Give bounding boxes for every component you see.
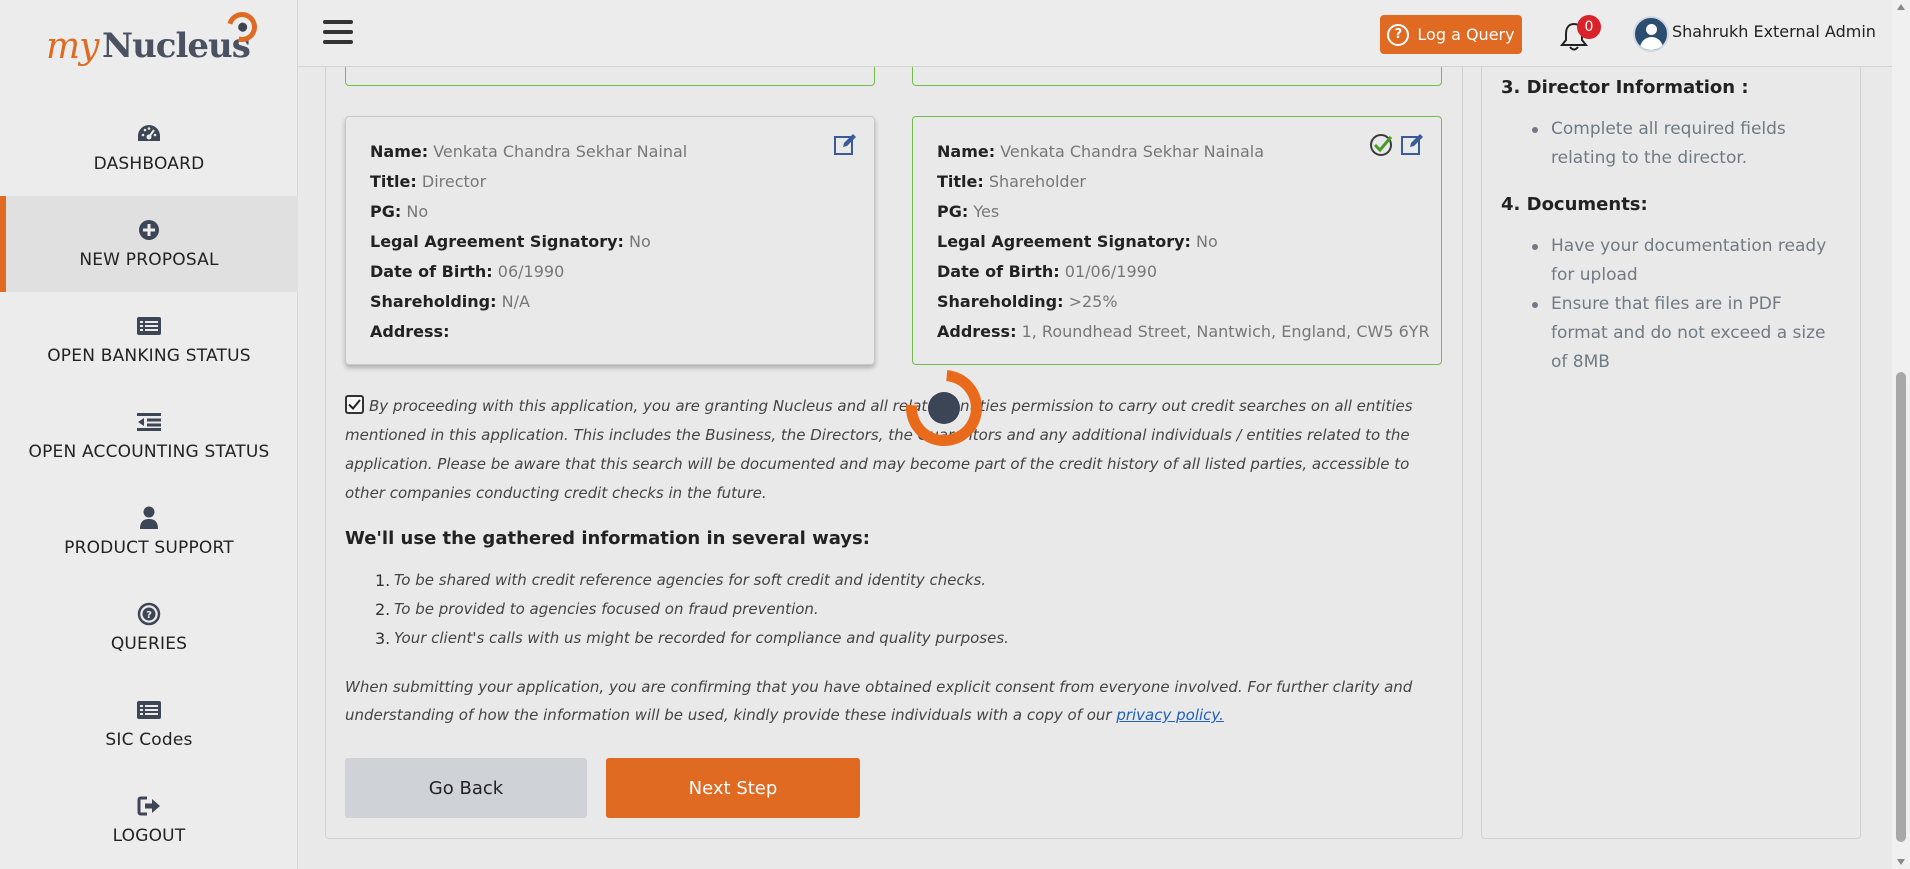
question-circle-icon: ? [1387, 23, 1410, 46]
sidebar-item-queries[interactable]: ? QUERIES [0, 580, 298, 676]
director-dob-row: Date of Birth: 06/1990 [370, 262, 565, 281]
sidebar-item-label: OPEN ACCOUNTING STATUS [28, 442, 270, 462]
dashboard-gauge-icon [136, 122, 162, 146]
director-title: Shareholder [988, 172, 1086, 191]
logo-my-text: my [46, 26, 99, 67]
list-item: 3. Your client's calls with us might be r… [375, 629, 1009, 648]
consent-paragraph: By proceeding with this application, you… [345, 392, 1440, 508]
director-shareholding-row: Shareholding: >25% [937, 292, 1118, 311]
director-signatory-row: Legal Agreement Signatory: No [937, 232, 1218, 251]
user-name-menu[interactable]: Shahrukh External Admin [1672, 22, 1876, 41]
sidebar-item-label: PRODUCT SUPPORT [64, 538, 234, 558]
director-card-partial [912, 67, 1442, 86]
sign-out-icon [136, 794, 162, 818]
list-item: Ensure that files are in PDF format and … [1531, 290, 1841, 377]
list-card-icon [136, 698, 162, 722]
director-address: 1, Roundhead Street, Nantwich, England, … [1021, 322, 1430, 341]
director-pg: Yes [973, 202, 1000, 221]
sidebar-item-open-accounting-status[interactable]: OPEN ACCOUNTING STATUS [0, 388, 298, 484]
director-title: Director [421, 172, 487, 191]
director-name: Venkata Chandra Sekhar Nainala [1000, 142, 1265, 161]
sidebar-item-open-banking-status[interactable]: OPEN BANKING STATUS [0, 292, 298, 388]
sidebar-item-label: SIC Codes [105, 730, 193, 750]
director-signatory-row: Legal Agreement Signatory: No [370, 232, 651, 251]
director-address-row: Address: [370, 322, 450, 341]
sidebar-item-label: OPEN BANKING STATUS [47, 346, 251, 366]
avatar[interactable] [1633, 16, 1669, 52]
list-item: 2. To be provided to agencies focused on … [375, 600, 819, 619]
section-heading: 4. Documents: [1501, 194, 1648, 215]
sidebar-item-product-support[interactable]: PRODUCT SUPPORT [0, 484, 298, 580]
list-card-icon [136, 314, 162, 338]
director-title-row: Title: Director [370, 172, 487, 191]
sidebar-item-label: NEW PROPOSAL [79, 250, 219, 270]
sidebar-item-new-proposal[interactable]: NEW PROPOSAL [0, 196, 298, 292]
sidebar-item-label: DASHBOARD [93, 154, 205, 174]
svg-text:?: ? [146, 610, 152, 621]
director-signatory: No [1196, 232, 1218, 251]
loading-spinner-center [928, 392, 960, 424]
confirm-paragraph: When submitting your application, you ar… [345, 673, 1440, 729]
director-card: Name: Venkata Chandra Sekhar Nainala Tit… [912, 116, 1442, 365]
hamburger-menu-icon[interactable] [323, 20, 353, 46]
log-query-button[interactable]: ? Log a Query [1380, 15, 1522, 54]
director-dob: 06/1990 [497, 262, 565, 281]
sidebar-item-label: QUERIES [110, 634, 188, 654]
sidebar-item-dashboard[interactable]: DASHBOARD [0, 100, 298, 196]
indent-list-icon [136, 410, 162, 434]
plus-circle-icon [136, 218, 162, 242]
edit-icon[interactable] [1401, 133, 1425, 161]
section-heading: 3. Director Information : [1501, 77, 1749, 98]
director-signatory: No [629, 232, 651, 251]
scroll-up-icon[interactable] [1897, 4, 1905, 10]
uses-list: 1. To be shared with credit reference age… [375, 566, 1009, 653]
question-circle-icon: ? [136, 602, 162, 626]
user-icon [136, 506, 162, 530]
director-shareholding: >25% [1068, 292, 1118, 311]
director-shareholding-row: Shareholding: N/A [370, 292, 530, 311]
director-shareholding: N/A [501, 292, 530, 311]
list-item: Have your documentation ready for upload [1531, 232, 1841, 290]
list-item: Complete all required fields relating to… [1531, 115, 1841, 173]
list-item: 1. To be shared with credit reference age… [375, 571, 987, 590]
director-name-row: Name: Venkata Chandra Sekhar Nainala [937, 142, 1265, 161]
sidebar-item-sic-codes[interactable]: SIC Codes [0, 676, 298, 772]
topbar: ? Log a Query 0 Shahrukh External Admin [298, 0, 1892, 67]
go-back-button[interactable]: Go Back [345, 758, 587, 818]
privacy-policy-link[interactable]: privacy policy. [1116, 706, 1224, 724]
confirm-text: When submitting your application, you ar… [345, 678, 1413, 724]
consent-text: By proceeding with this application, you… [345, 397, 1413, 502]
mynucleus-logo[interactable]: my Nucleus [44, 6, 264, 72]
section-list: Complete all required fields relating to… [1531, 115, 1841, 173]
director-name: Venkata Chandra Sekhar Nainal [433, 142, 688, 161]
director-title-row: Title: Shareholder [937, 172, 1086, 191]
check-circle-icon [1369, 133, 1393, 161]
director-pg-row: PG: No [370, 202, 429, 221]
sidebar-item-label: LOGOUT [112, 826, 186, 846]
sidebar-nav: DASHBOARD NEW PROPOSAL OPEN BANKING STAT… [0, 100, 298, 868]
director-dob: 01/06/1990 [1064, 262, 1157, 281]
director-address-row: Address: 1, Roundhead Street, Nantwich, … [937, 322, 1430, 341]
next-step-button[interactable]: Next Step [606, 758, 860, 818]
section-list: Have your documentation ready for upload… [1531, 232, 1841, 377]
scrollbar-thumb[interactable] [1896, 372, 1906, 842]
scroll-down-icon[interactable] [1897, 859, 1905, 865]
log-query-label: Log a Query [1417, 25, 1515, 44]
page-scrollbar[interactable] [1892, 0, 1910, 869]
director-pg: No [406, 202, 429, 221]
director-card: Name: Venkata Chandra Sekhar Nainal Titl… [345, 116, 875, 365]
edit-icon[interactable] [834, 133, 858, 159]
director-name-row: Name: Venkata Chandra Sekhar Nainal [370, 142, 688, 161]
guidance-panel: 3. Director Information : Complete all r… [1481, 67, 1861, 839]
notification-count-badge: 0 [1577, 15, 1601, 39]
sidebar: my Nucleus DASHBOARD NEW PROPOSAL OPEN B… [0, 0, 298, 869]
uses-heading: We'll use the gathered information in se… [345, 528, 870, 549]
director-dob-row: Date of Birth: 01/06/1990 [937, 262, 1157, 281]
director-card-partial [345, 67, 875, 86]
sidebar-item-logout[interactable]: LOGOUT [0, 772, 298, 868]
director-pg-row: PG: Yes [937, 202, 1000, 221]
